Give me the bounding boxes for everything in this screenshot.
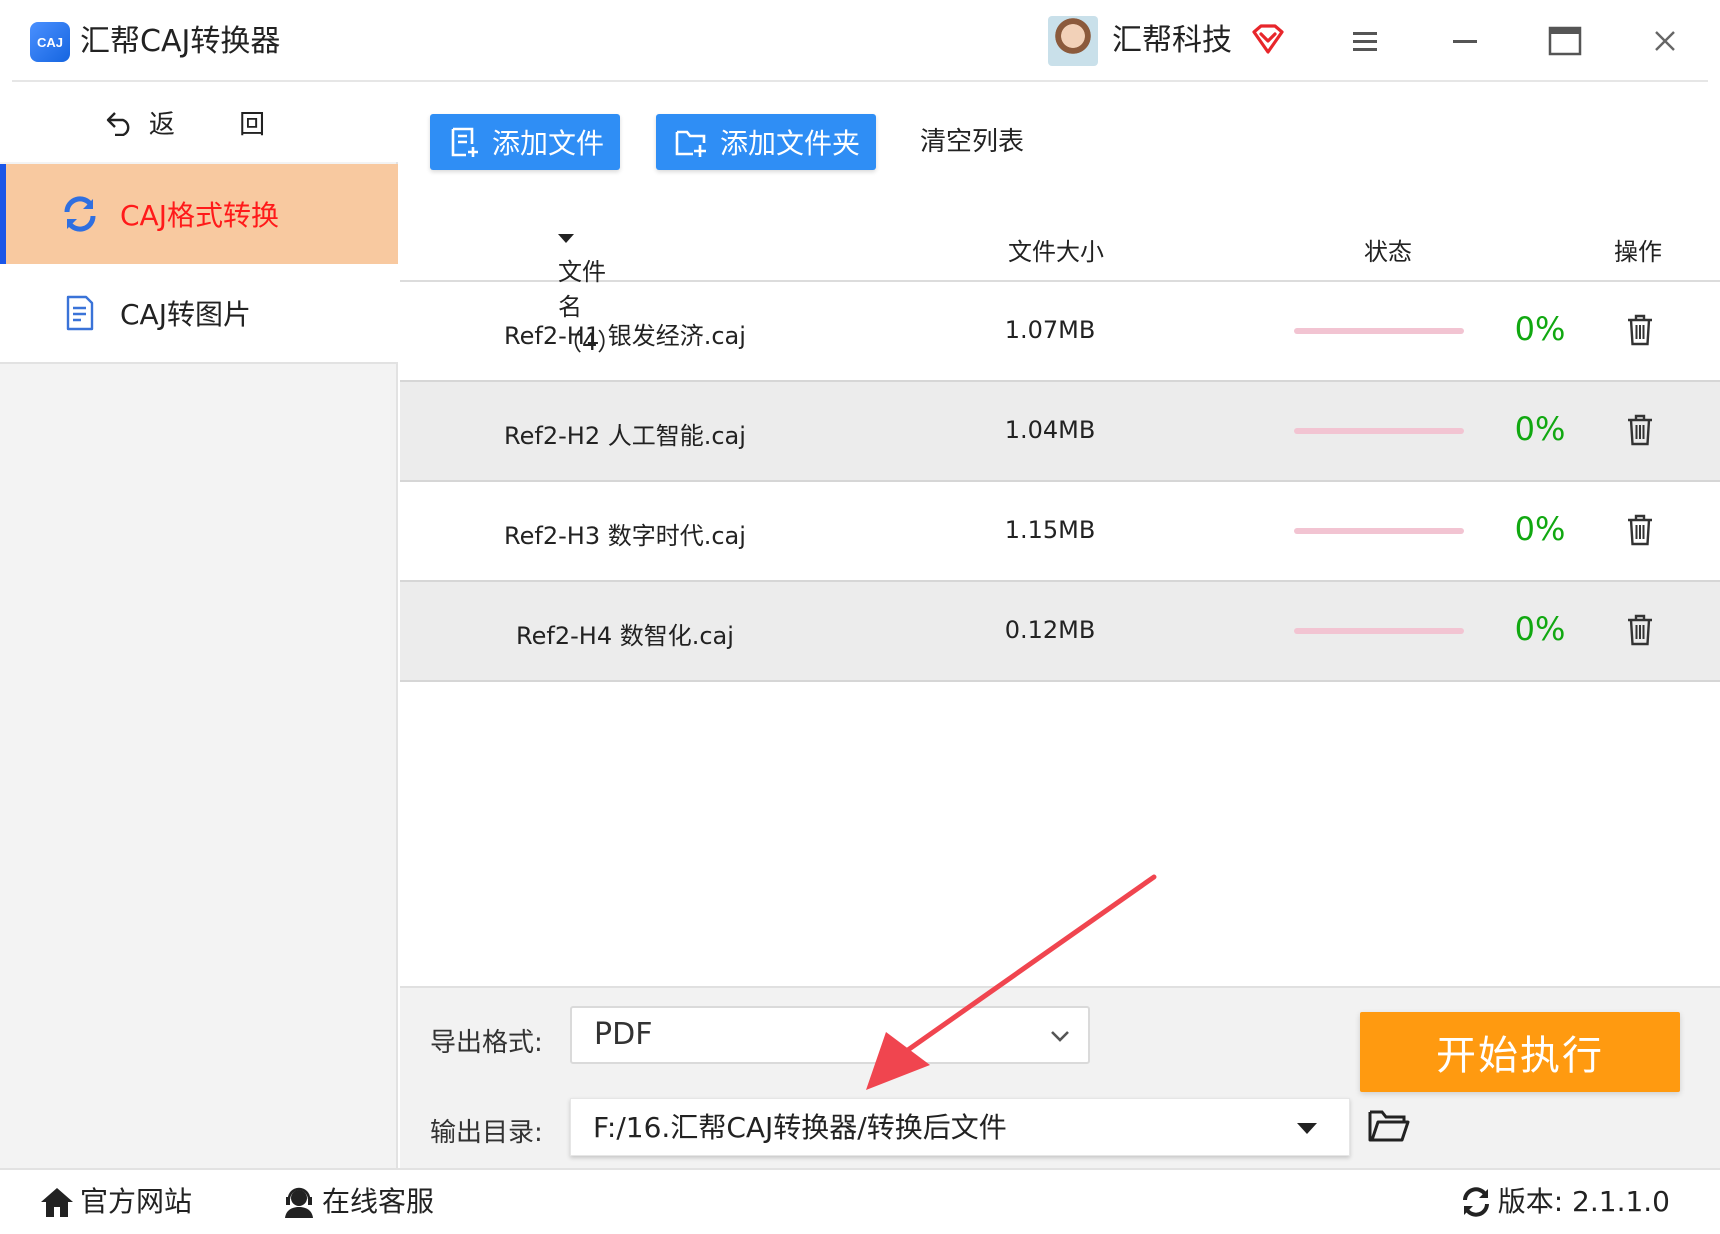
output-dir-select[interactable]: F:/16.汇帮CAJ转换器/转换后文件 [570, 1098, 1350, 1156]
nav-caj-format-convert-label: CAJ格式转换 [120, 199, 279, 232]
minimize-button[interactable] [1440, 18, 1490, 64]
progress-bar [1294, 428, 1464, 434]
output-settings-panel: 导出格式: PDF 输出目录: F:/16.汇帮CAJ转换器/转换后文件 开始执… [400, 986, 1720, 1168]
user-name[interactable]: 汇帮科技 [1112, 20, 1232, 62]
table-header: 文件名（4） 文件大小 状态 操作 [400, 212, 1720, 356]
hamburger-menu-icon [1353, 32, 1377, 51]
back-button[interactable]: 返 回 [0, 82, 398, 162]
trash-icon[interactable] [1622, 312, 1658, 348]
export-format-label: 导出格式: [430, 1028, 543, 1058]
maximize-icon [1548, 26, 1582, 56]
nav-caj-format-convert[interactable]: CAJ格式转换 [0, 164, 398, 264]
clear-list-button[interactable]: 清空列表 [920, 122, 1024, 162]
trash-icon[interactable] [1622, 612, 1658, 648]
title-bar: CAJ 汇帮CAJ转换器 汇帮科技 [0, 0, 1720, 82]
chevron-down-icon [1051, 1031, 1069, 1042]
maximize-button[interactable] [1540, 18, 1590, 64]
app-logo: CAJ [30, 22, 70, 62]
table-row[interactable]: Ref2-H2 人工智能.caj 1.04MB 0% [400, 382, 1720, 482]
header-filesize: 文件大小 [1008, 238, 1104, 266]
add-file-label: 添加文件 [492, 127, 605, 160]
back-arrow-icon [106, 112, 130, 136]
version-label: 版本: 2.1.1.0 [1497, 1185, 1670, 1218]
progress-bar [1294, 528, 1464, 534]
table-row[interactable]: Ref2-H4 数智化.caj 0.12MB 0% [400, 582, 1720, 682]
home-icon [41, 1188, 73, 1217]
refresh-icon [1462, 1187, 1489, 1217]
progress-percent: 0% [1514, 610, 1566, 648]
file-name: Ref2-H2 人工智能.caj [504, 422, 746, 450]
menu-button[interactable] [1340, 18, 1390, 64]
export-format-value: PDF [594, 1017, 653, 1052]
trash-icon[interactable] [1622, 412, 1658, 448]
progress-percent: 0% [1514, 510, 1566, 548]
nav-caj-to-image[interactable]: CAJ转图片 [0, 264, 398, 364]
file-name: Ref2-H1 银发经济.caj [504, 322, 746, 350]
back-label: 返 回 [148, 109, 294, 140]
nav-caj-to-image-label: CAJ转图片 [120, 298, 251, 331]
official-website-label: 官方网站 [80, 1185, 193, 1218]
open-folder-icon[interactable] [1366, 1104, 1412, 1148]
sort-down-icon [558, 234, 574, 243]
table-row[interactable]: Ref2-H3 数字时代.caj 1.15MB 0% [400, 482, 1720, 582]
header-filename[interactable]: 文件名（4） [558, 232, 621, 356]
file-size: 1.15MB [1004, 516, 1096, 544]
dropdown-caret-icon [1297, 1123, 1317, 1134]
app-title: 汇帮CAJ转换器 [80, 24, 281, 59]
add-file-icon [451, 127, 478, 157]
export-format-select[interactable]: PDF [570, 1006, 1090, 1064]
main-panel: 添加文件 添加文件夹 清空列表 文件名（4） 文件大小 状态 操作 Ref2-H… [400, 82, 1720, 1168]
add-folder-button[interactable]: 添加文件夹 [656, 114, 877, 170]
progress-bar [1294, 328, 1464, 334]
close-icon [1655, 31, 1675, 51]
start-button[interactable]: 开始执行 [1360, 1012, 1680, 1092]
file-size: 0.12MB [1004, 616, 1096, 644]
output-dir-value: F:/16.汇帮CAJ转换器/转换后文件 [593, 1111, 1007, 1144]
progress-bar [1294, 628, 1464, 634]
official-website-link[interactable]: 官方网站 [40, 1182, 192, 1222]
minimize-icon [1453, 40, 1477, 43]
version-info: 版本: 2.1.1.0 [1460, 1182, 1670, 1222]
footer-bar: 官方网站 在线客服 版本: 2.1.1.0 [0, 1168, 1720, 1234]
file-size: 1.04MB [1004, 416, 1096, 444]
add-folder-label: 添加文件夹 [720, 127, 861, 160]
add-file-button[interactable]: 添加文件 [430, 114, 621, 170]
output-dir-label: 输出目录: [430, 1118, 543, 1148]
sidebar: 返 回 CAJ格式转换 CAJ转图片 [0, 82, 398, 1168]
progress-percent: 0% [1514, 410, 1566, 448]
header-action: 操作 [1614, 238, 1662, 266]
file-name: Ref2-H3 数字时代.caj [504, 522, 746, 550]
user-avatar[interactable] [1048, 16, 1098, 66]
file-size: 1.07MB [1004, 316, 1096, 344]
online-support-link[interactable]: 在线客服 [282, 1182, 434, 1222]
online-support-label: 在线客服 [322, 1185, 435, 1218]
table-row[interactable]: Ref2-H1 银发经济.caj 1.07MB 0% [400, 282, 1720, 382]
vip-diamond-icon[interactable] [1250, 22, 1286, 58]
trash-icon[interactable] [1622, 512, 1658, 548]
document-icon [60, 293, 100, 333]
close-button[interactable] [1640, 18, 1690, 64]
file-name: Ref2-H4 数智化.caj [516, 622, 734, 650]
progress-percent: 0% [1514, 310, 1566, 348]
add-folder-icon [675, 130, 706, 157]
refresh-icon [60, 194, 100, 234]
customer-service-icon [285, 1187, 313, 1218]
header-status: 状态 [1364, 238, 1412, 266]
